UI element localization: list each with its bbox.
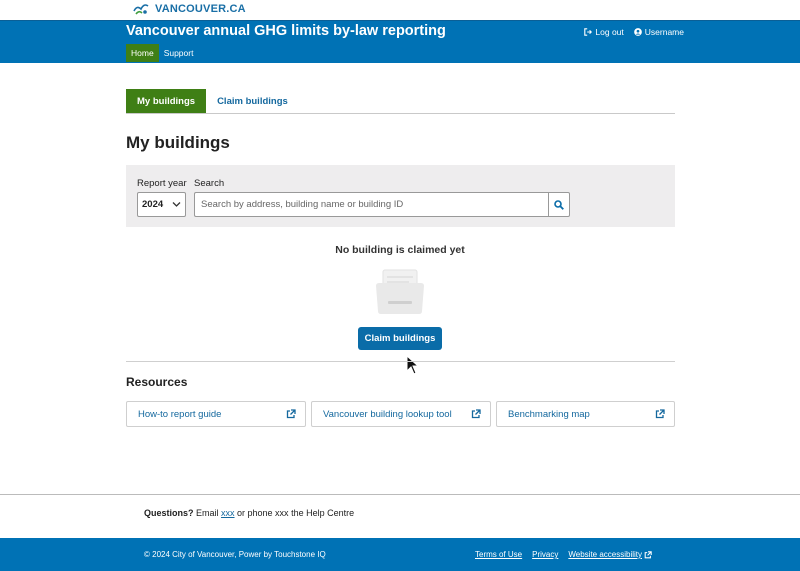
- resource-link-how-to-guide[interactable]: How-to report guide: [126, 401, 306, 427]
- resources-title: Resources: [126, 375, 188, 389]
- footer-link-accessibility-label: Website accessibility: [568, 550, 643, 559]
- resource-link-benchmarking-map[interactable]: Benchmarking map: [496, 401, 675, 427]
- empty-state-message: No building is claimed yet: [335, 244, 465, 256]
- brand-bar: VANCOUVER.CA: [0, 0, 800, 20]
- help-phone-text: or phone xxx the Help Centre: [234, 508, 355, 518]
- resource-link-label: Vancouver building lookup tool: [323, 409, 452, 420]
- search-button[interactable]: [548, 192, 570, 217]
- external-link-icon: [644, 550, 652, 558]
- report-year-select[interactable]: 2024: [137, 192, 186, 217]
- resource-link-building-lookup[interactable]: Vancouver building lookup tool: [311, 401, 491, 427]
- external-link-icon: [471, 409, 481, 419]
- help-prefix: Questions?: [144, 508, 194, 518]
- footer-link-accessibility[interactable]: Website accessibility: [568, 550, 652, 559]
- page-title: My buildings: [126, 133, 230, 152]
- help-email-text: Email: [193, 508, 222, 518]
- site-footer: © 2024 City of Vancouver, Power by Touch…: [0, 538, 800, 571]
- section-divider: [126, 361, 675, 362]
- search-label: Search: [194, 178, 225, 189]
- report-year-value: 2024: [142, 199, 164, 210]
- resource-link-label: Benchmarking map: [508, 409, 590, 420]
- external-link-icon: [655, 409, 665, 419]
- tab-my-buildings[interactable]: My buildings: [126, 89, 207, 113]
- brand-logo-link[interactable]: VANCOUVER.CA: [133, 2, 246, 16]
- main-nav: Home Support: [126, 44, 198, 62]
- vancouver-logo-icon: [133, 4, 149, 15]
- user-icon: [633, 28, 642, 36]
- empty-folder-icon: [376, 269, 424, 314]
- search-input[interactable]: Search by address, building name or buil…: [194, 192, 549, 217]
- claim-buildings-button[interactable]: Claim buildings: [358, 327, 442, 350]
- brand-name: VANCOUVER.CA: [155, 3, 246, 15]
- header-user-area: Log out Username: [584, 27, 684, 37]
- help-strip: Questions? Email xxx or phone xxx the He…: [0, 494, 800, 538]
- tab-claim-buildings[interactable]: Claim buildings: [206, 89, 299, 113]
- username: Username: [644, 27, 684, 37]
- app-title: Vancouver annual GHG limits by-law repor…: [126, 23, 446, 39]
- external-link-icon: [286, 409, 296, 419]
- footer-link-privacy[interactable]: Privacy: [532, 550, 558, 559]
- app-header: Vancouver annual GHG limits by-law repor…: [0, 20, 800, 63]
- footer-links: Terms of Use Privacy Website accessibili…: [475, 550, 652, 559]
- search-panel: Report year Search 2024 Search by addres…: [126, 165, 675, 227]
- chevron-down-icon: [172, 202, 181, 207]
- logout-icon: [584, 28, 593, 36]
- copyright-text: © 2024 City of Vancouver, Power by Touch…: [144, 550, 326, 559]
- building-tabs: My buildings Claim buildings: [126, 89, 675, 114]
- logout-link[interactable]: Log out: [584, 27, 624, 37]
- report-year-label: Report year: [137, 178, 187, 189]
- user-menu[interactable]: Username: [633, 27, 684, 37]
- nav-support[interactable]: Support: [159, 44, 199, 62]
- search-icon: [554, 200, 564, 210]
- mouse-cursor-icon: [406, 355, 420, 375]
- footer-link-terms[interactable]: Terms of Use: [475, 550, 522, 559]
- logout-label: Log out: [595, 27, 624, 37]
- resource-link-label: How-to report guide: [138, 409, 222, 420]
- help-text: Questions? Email xxx or phone xxx the He…: [144, 508, 354, 518]
- help-email-link[interactable]: xxx: [221, 508, 235, 518]
- nav-home[interactable]: Home: [126, 44, 159, 62]
